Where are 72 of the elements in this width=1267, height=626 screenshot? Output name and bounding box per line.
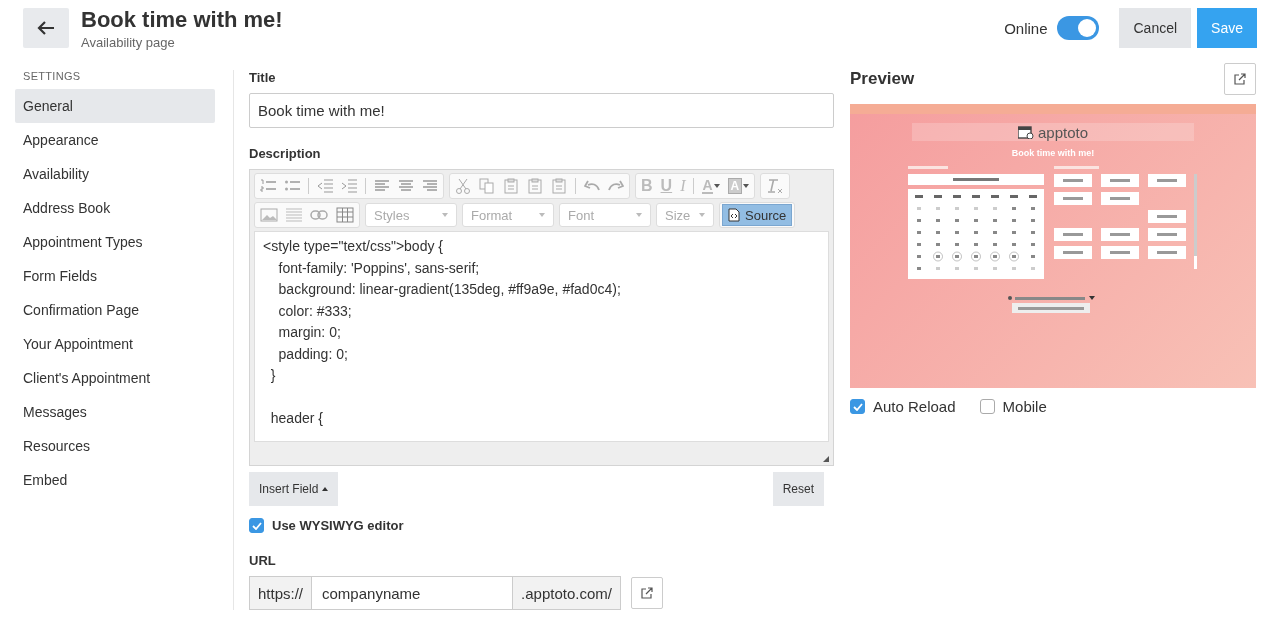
- align-left-icon[interactable]: [374, 179, 390, 193]
- back-button[interactable]: [23, 8, 69, 48]
- code-line: color: #333;: [277, 301, 353, 321]
- sidebar-item[interactable]: Messages: [15, 395, 215, 429]
- resize-handle-icon[interactable]: [823, 456, 829, 462]
- outdent-icon[interactable]: [317, 179, 333, 193]
- settings-heading: SETTINGS: [22, 70, 82, 84]
- code-line: padding: 0;: [277, 344, 349, 364]
- sidebar-item[interactable]: Availability: [15, 157, 215, 191]
- indent-icon[interactable]: [341, 179, 357, 193]
- cancel-button[interactable]: Cancel: [1119, 8, 1192, 48]
- source-button[interactable]: Source: [722, 204, 793, 226]
- sidebar-item[interactable]: Your Appointment: [15, 327, 215, 361]
- external-link-icon: [1234, 73, 1246, 85]
- table-icon[interactable]: [336, 207, 354, 223]
- horizontal-rule-icon[interactable]: [286, 207, 302, 223]
- logo-text: apptoto: [1037, 123, 1088, 141]
- booking-title: Book time with me!: [1011, 148, 1095, 158]
- sidebar-item[interactable]: Confirmation Page: [15, 293, 215, 327]
- description-label: Description: [249, 146, 322, 161]
- align-right-icon[interactable]: [422, 179, 438, 193]
- align-center-icon[interactable]: [398, 179, 414, 193]
- code-line: <style type="text/css">body {: [263, 237, 444, 256]
- code-line: }: [269, 366, 277, 385]
- url-suffix: .apptoto.com/: [512, 576, 621, 610]
- url-label: URL: [249, 553, 277, 568]
- wysiwyg-checkbox[interactable]: [249, 518, 264, 533]
- code-file-icon: [728, 208, 740, 222]
- code-line: header {: [269, 409, 324, 428]
- sidebar-item[interactable]: Form Fields: [15, 259, 215, 293]
- url-prefix: https://: [249, 576, 313, 610]
- clipboard-icon[interactable]: [527, 178, 543, 194]
- code-line: background: linear-gradient(135deg, #ff9a9e, #fad0c4);: [277, 280, 622, 299]
- copy-icon[interactable]: [479, 178, 495, 194]
- code-line: margin: 0;: [277, 323, 342, 342]
- auto-reload-label: Auto Reload: [873, 398, 956, 415]
- online-label: Online: [1004, 19, 1048, 37]
- open-preview-button[interactable]: [1224, 63, 1256, 95]
- online-toggle[interactable]: [1057, 16, 1100, 40]
- clipboard-icon[interactable]: [551, 178, 567, 194]
- mobile-label: Mobile: [1002, 398, 1047, 415]
- scissors-icon[interactable]: [455, 178, 471, 194]
- external-link-icon: [640, 587, 653, 599]
- wysiwyg-label: Use WYSIWYG editor: [272, 518, 404, 533]
- calendar-logo-icon: [1017, 125, 1034, 139]
- sidebar-item[interactable]: Appearance: [15, 123, 215, 157]
- sidebar-item[interactable]: Appointment Types: [15, 225, 215, 259]
- code-line: font-family: 'Poppins', sans-serif;: [277, 258, 481, 278]
- page-title: Book time with me!: [81, 6, 283, 33]
- numbered-list-icon[interactable]: [260, 179, 276, 193]
- title-label: Title: [249, 70, 277, 85]
- subdomain-field[interactable]: companyname: [312, 576, 513, 610]
- insert-field-button[interactable]: Insert Field: [249, 472, 339, 506]
- sidebar-item[interactable]: General: [15, 89, 215, 123]
- link-icon[interactable]: [310, 210, 328, 220]
- source-code-area[interactable]: <style type="text/css">body { font-family: 'Poppins', sans-serif; background: linear-gradient(135deg, #ff9a9e, #fad0c4); color: #333; margin: 0; padding: 0; } header {: [254, 231, 829, 442]
- clear-formatting-icon[interactable]: [766, 177, 785, 195]
- back-arrow-icon: [37, 20, 55, 36]
- mobile-checkbox[interactable]: [979, 399, 995, 414]
- sidebar-item[interactable]: Embed: [15, 463, 215, 497]
- open-link-button[interactable]: [630, 577, 663, 609]
- title-field[interactable]: Book time with me!: [249, 93, 834, 128]
- clipboard-icon[interactable]: [503, 178, 519, 194]
- auto-reload-checkbox[interactable]: [850, 399, 865, 414]
- reset-button[interactable]: Reset: [772, 472, 824, 506]
- sidebar-item[interactable]: Client's Appointment: [15, 361, 215, 395]
- page-subtitle: Availability page: [81, 34, 176, 50]
- sidebar-item[interactable]: Address Book: [15, 191, 215, 225]
- bullet-list-icon[interactable]: [284, 179, 300, 193]
- preview-heading: Preview: [850, 69, 915, 89]
- sidebar-item[interactable]: Resources: [15, 429, 215, 463]
- image-icon[interactable]: [260, 207, 278, 223]
